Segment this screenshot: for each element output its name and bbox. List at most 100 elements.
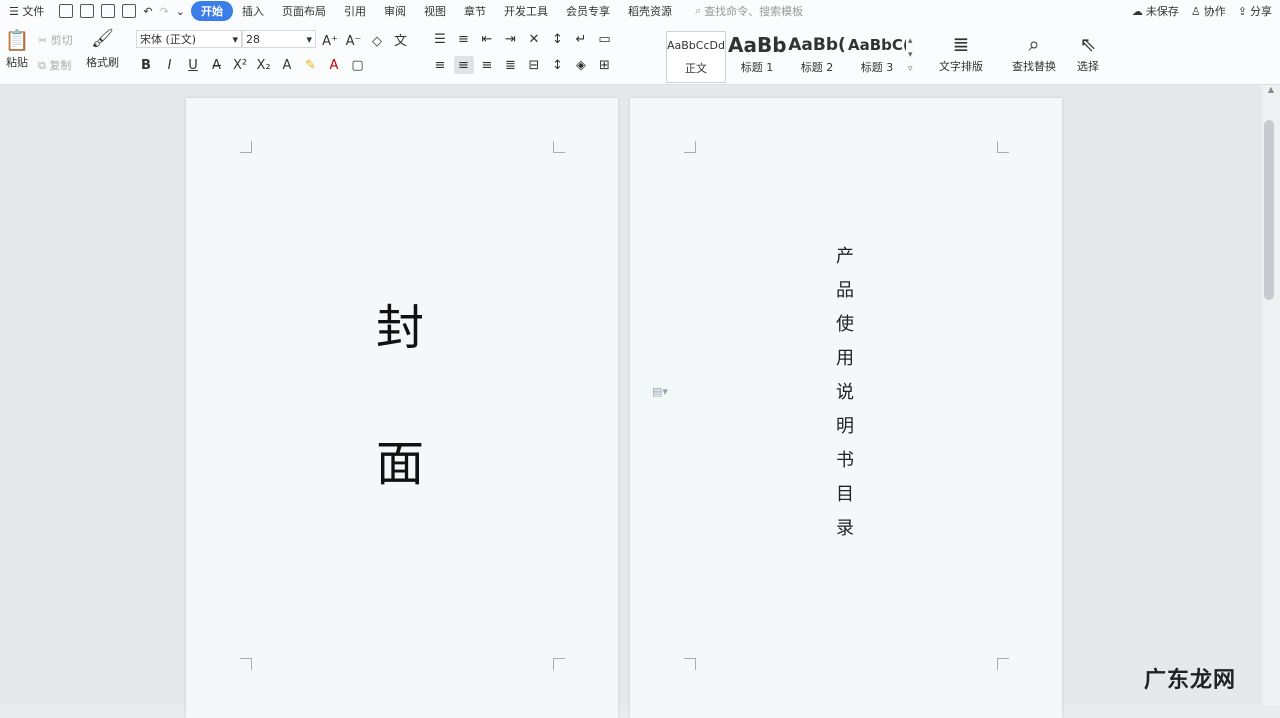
vertical-char: 产 [836,246,854,267]
tab-developer[interactable]: 开发工具 [495,3,557,19]
style-heading1-sample: AaBb [728,33,786,57]
unsaved-button[interactable]: ☁ 未保存 [1132,3,1179,19]
margin-corner-mark [684,141,696,153]
cover-char[interactable]: 面 [376,424,424,494]
select-button[interactable]: ⇖ 选择 [1068,30,1108,74]
quick-access-dropdown-icon[interactable]: ⌄ [176,5,185,18]
export-icon[interactable] [80,4,95,18]
tab-insert[interactable]: 插入 [233,3,273,19]
clear-format-icon[interactable]: ◇ [367,32,387,50]
paste-label: 粘贴 [6,56,28,69]
align-right-icon[interactable]: ≡ [477,56,497,74]
vertical-title[interactable]: 产 品 使 用 说 明 书 目 录 [833,240,857,546]
font-tools-row1: A⁺ A⁻ ◇ 文 [320,30,411,50]
sort-icon[interactable]: ↕ [548,30,568,48]
borders-icon[interactable]: ⊞ [595,56,615,74]
bold-icon[interactable]: B [136,56,156,74]
margin-corner-mark [553,141,565,153]
superscript-icon[interactable]: X² [230,56,250,74]
font-name-select[interactable]: 宋体 (正文) ▾ [136,30,242,48]
cover-char[interactable]: 封 [376,288,424,358]
distributed-icon[interactable]: ⊟ [524,56,544,74]
char-border-icon[interactable]: ▢ [348,56,368,74]
style-heading2[interactable]: AaBb( 标题 2 [788,31,846,81]
copy-icon: ⧉ [38,59,46,72]
paragraph-options-icon[interactable]: ▤▾ [652,385,668,398]
share-button[interactable]: ⇪ 分享 [1238,3,1272,19]
find-replace-button[interactable]: ⌕ 查找替换 [1004,30,1064,74]
cursor-icon: ⇖ [1079,32,1097,56]
collab-button[interactable]: ♙ 协作 [1191,3,1226,19]
text-layout-button[interactable]: ≣ 文字排版 [932,30,990,74]
file-menu[interactable]: ☰ 文件 [0,3,53,19]
increase-indent-icon[interactable]: ⇥ [501,30,521,48]
tab-view[interactable]: 视图 [415,3,455,19]
print-preview-icon[interactable] [122,4,137,18]
command-search[interactable]: ⌕ 查找命令、搜索模板 [695,3,803,19]
vertical-char: 说 [836,382,854,403]
tab-page-layout[interactable]: 页面布局 [273,3,335,19]
align-center-icon[interactable]: ≡ [453,56,474,74]
styles-scroll[interactable]: ▴ ▾ ▿ [908,34,913,76]
paste-button[interactable]: 📋 粘贴 [2,28,32,70]
tab-review[interactable]: 审阅 [375,3,415,19]
menubar-right: ☁ 未保存 ♙ 协作 ⇪ 分享 [1132,3,1280,19]
scroll-up-icon[interactable]: ▲ [1262,85,1280,94]
show-marks-icon[interactable]: ↵ [571,30,591,48]
chinese-layout-icon[interactable]: ✕ [524,30,544,48]
chevron-down-icon: ▾ [306,33,312,46]
style-normal[interactable]: AaBbCcDd 正文 [666,31,726,83]
numbered-list-icon[interactable]: ≡ [454,30,474,48]
user-icon: ♙ [1190,4,1201,18]
format-painter-button[interactable]: 🖌 格式刷 [86,28,119,70]
cut-button[interactable]: ✂ 剪切 [38,32,73,48]
line-spacing-icon[interactable]: ↕ [548,56,568,74]
collab-label: 协作 [1203,5,1226,18]
strikethrough-icon[interactable]: A̶ [207,56,227,74]
scrollbar-thumb[interactable] [1264,120,1274,300]
style-heading1-label: 标题 1 [740,61,774,74]
tab-docer-resources[interactable]: 稻壳资源 [619,3,681,19]
file-menu-label: 文件 [22,5,45,18]
save-icon[interactable] [59,4,74,18]
tab-references[interactable]: 引用 [335,3,375,19]
select-label: 选择 [1077,60,1099,73]
align-left-icon[interactable]: ≡ [430,56,450,74]
format-painter-label: 格式刷 [86,56,119,69]
search-placeholder: 查找命令、搜索模板 [704,5,804,18]
shading-icon[interactable]: ◈ [571,56,591,74]
shrink-font-icon[interactable]: A⁻ [344,32,364,50]
tab-member[interactable]: 会员专享 [557,3,619,19]
underline-icon[interactable]: U [183,56,203,74]
phonetic-guide-icon[interactable]: 文 [391,30,411,49]
print-icon[interactable] [101,4,116,18]
copy-button[interactable]: ⧉ 复制 [38,57,71,73]
undo-icon[interactable]: ↶ [143,5,152,18]
tab-home[interactable]: 开始 [191,1,234,21]
style-heading3-label: 标题 3 [860,61,894,74]
font-color-icon[interactable]: A [324,56,344,74]
page-contents[interactable]: ▤▾ 产 品 使 用 说 明 书 目 录 [630,98,1062,718]
magnifier-icon: ⌕ [1028,32,1040,56]
decrease-indent-icon[interactable]: ⇤ [477,30,497,48]
style-heading3[interactable]: AaBbC( 标题 3 [848,31,906,81]
justify-icon[interactable]: ≣ [501,56,521,74]
text-effect-icon[interactable]: A [277,56,297,74]
ribbon: 📋 粘贴 ✂ 剪切 ⧉ 复制 🖌 格式刷 宋体 (正文) ▾ 28 ▾ A⁺ A⁻ … [0,22,1280,85]
italic-icon[interactable]: I [160,56,180,74]
highlight-icon[interactable]: ✎ [301,56,321,74]
grow-font-icon[interactable]: A⁺ [320,32,340,50]
tab-section[interactable]: 章节 [455,3,495,19]
subscript-icon[interactable]: X₂ [254,56,274,74]
paragraph-tools-row1: ☰ ≡ ⇤ ⇥ ✕ ↕ ↵ ▭ [430,30,615,48]
redo-icon[interactable]: ↷ [160,5,169,18]
search-icon: ⌕ [695,4,702,17]
font-size-select[interactable]: 28 ▾ [242,30,316,48]
page-cover[interactable]: 封 面 [186,98,618,718]
table-tools-icon[interactable]: ▭ [595,30,615,48]
style-heading2-label: 标题 2 [800,61,834,74]
margin-corner-mark [240,141,252,153]
bullet-list-icon[interactable]: ☰ [430,30,450,48]
clipboard-icon: 📋 [4,28,30,52]
style-heading1[interactable]: AaBb 标题 1 [728,31,786,81]
